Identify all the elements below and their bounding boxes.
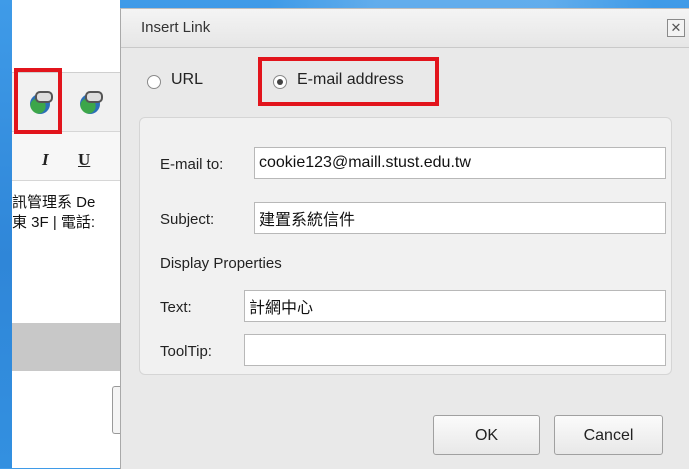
link-button-highlight bbox=[14, 68, 62, 134]
editor-format-row bbox=[12, 132, 120, 181]
underline-button[interactable]: U bbox=[78, 150, 90, 170]
display-properties-heading: Display Properties bbox=[160, 255, 282, 272]
dialog-titlebar[interactable]: Insert Link ✕ bbox=[121, 9, 689, 48]
email-to-input[interactable] bbox=[254, 147, 666, 179]
editor-content[interactable]: 訊管理系 De 東 3F | 電話: bbox=[12, 193, 120, 233]
link-properties-panel: E-mail to: Subject: Display Properties T… bbox=[139, 117, 672, 375]
subject-label: Subject: bbox=[160, 211, 215, 228]
text-input[interactable] bbox=[244, 290, 666, 322]
remove-link-icon[interactable] bbox=[80, 91, 103, 114]
email-option-highlight bbox=[258, 57, 439, 106]
dialog-title: Insert Link bbox=[141, 19, 211, 36]
subject-input[interactable] bbox=[254, 202, 666, 234]
url-radio[interactable] bbox=[147, 75, 161, 89]
cancel-button[interactable]: Cancel bbox=[554, 415, 663, 455]
insert-link-dialog: Insert Link ✕ URL E-mail address E-mail … bbox=[120, 8, 689, 469]
ok-button[interactable]: OK bbox=[433, 415, 540, 455]
editor-content-line: 東 3F | 電話: bbox=[12, 214, 96, 231]
italic-button[interactable]: I bbox=[42, 150, 49, 170]
tooltip-input[interactable] bbox=[244, 334, 666, 366]
editor-status-bar bbox=[12, 323, 120, 371]
text-label: Text: bbox=[160, 299, 192, 316]
email-to-label: E-mail to: bbox=[160, 156, 224, 173]
editor-content-line: 訊管理系 De bbox=[12, 194, 96, 211]
close-icon[interactable]: ✕ bbox=[667, 19, 685, 37]
tooltip-label: ToolTip: bbox=[160, 343, 212, 360]
url-radio-label[interactable]: URL bbox=[171, 71, 203, 89]
